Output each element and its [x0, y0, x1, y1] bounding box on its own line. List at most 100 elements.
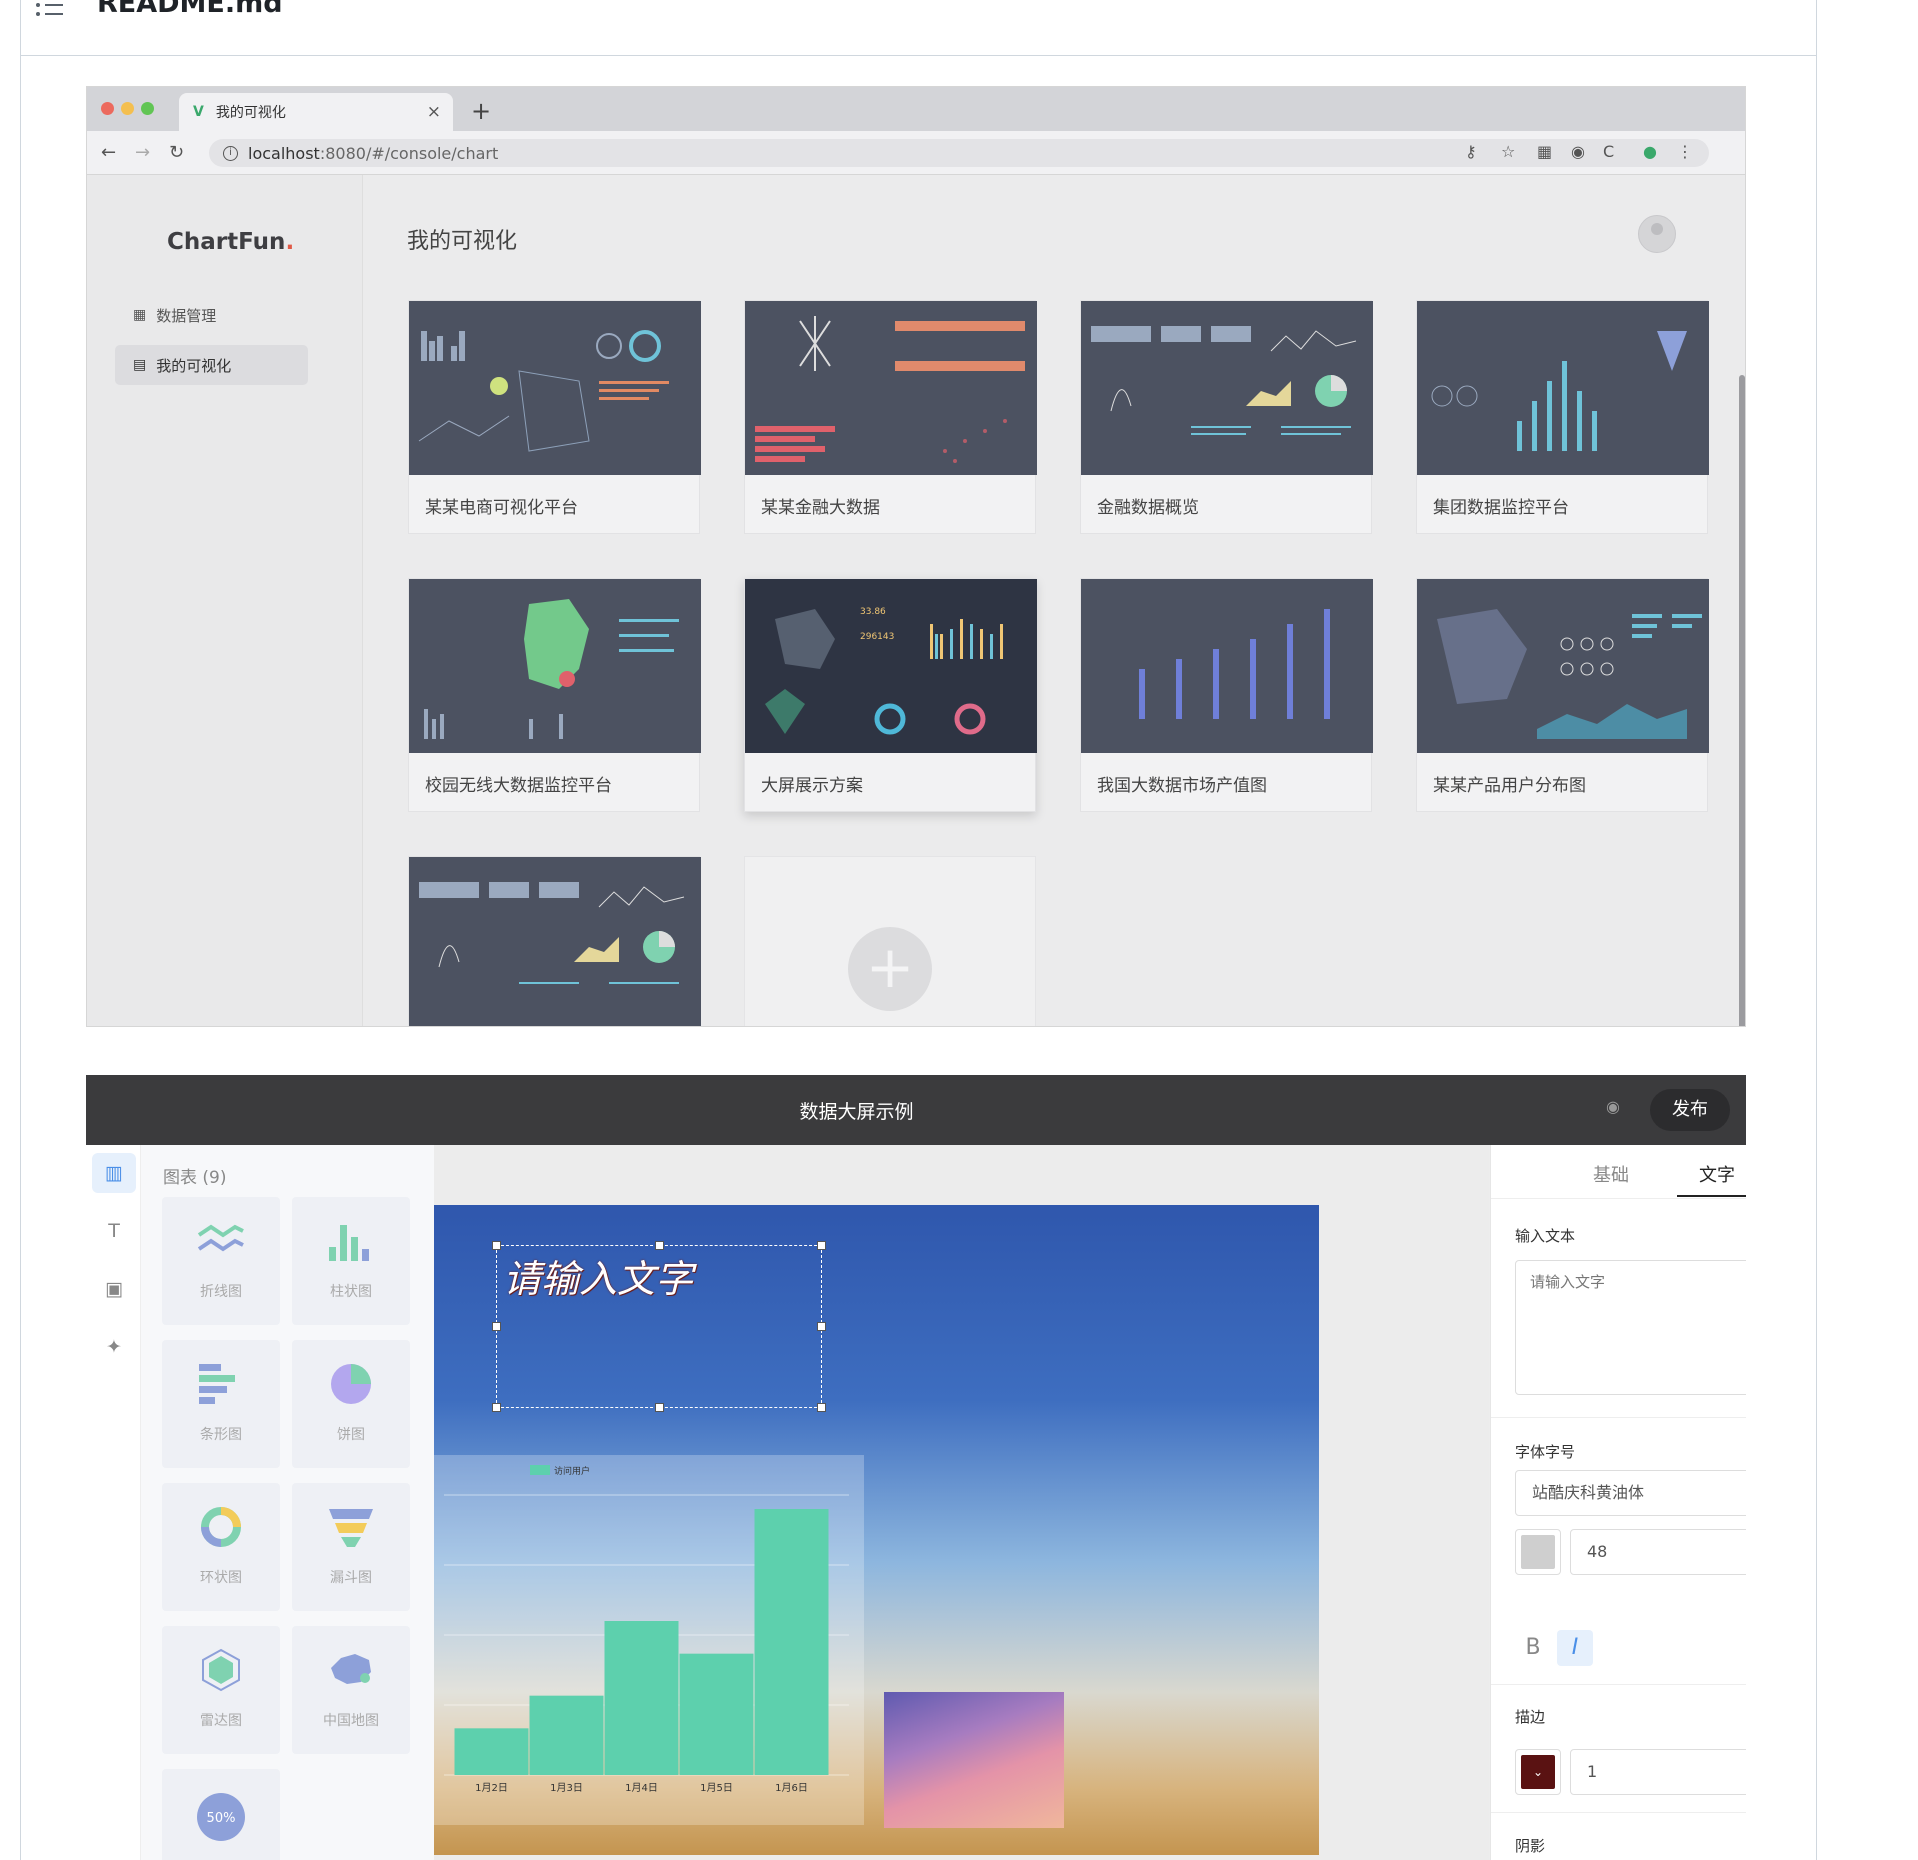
component-gauge[interactable]: 50% [162, 1769, 280, 1860]
resize-handle[interactable] [492, 1322, 501, 1331]
component-radar-chart[interactable]: 雷达图 [162, 1626, 280, 1754]
text-color-picker[interactable] [1515, 1529, 1561, 1575]
project-card[interactable]: 我国大数据市场产值图 [1080, 578, 1373, 812]
input-text-label: 输入文本 [1515, 1227, 1576, 1245]
close-tab-icon[interactable]: × [427, 102, 441, 122]
component-label: 柱状图 [330, 1284, 372, 1300]
readme-title: README.md [97, 0, 283, 19]
text-input[interactable]: 请输入文字 [1515, 1260, 1746, 1395]
x-tick-label: 1月6日 [775, 1782, 808, 1794]
reload-icon[interactable]: ↻ [169, 142, 184, 163]
funnel-chart-icon [329, 1509, 373, 1547]
dashboard-screenshot: V 我的可视化 × + ← → ↻ i localhost:8080/#/con… [86, 86, 1746, 1027]
sidebar-item-my-charts[interactable]: ▤ 我的可视化 [115, 345, 308, 385]
thumbnail [1081, 301, 1373, 475]
grid-icon: ▦ [133, 307, 147, 323]
thumbnail [745, 301, 1037, 475]
resize-handle[interactable] [492, 1241, 501, 1250]
component-donut-chart[interactable]: 环状图 [162, 1483, 280, 1611]
stroke-width-input[interactable]: 1 px [1570, 1749, 1746, 1795]
avatar[interactable] [1638, 215, 1676, 253]
page-title: 我的可视化 [407, 229, 518, 254]
image-widget[interactable] [884, 1692, 1064, 1828]
thumbnail [409, 579, 701, 753]
plugin-tool-icon[interactable]: ✦ [92, 1327, 136, 1367]
panel-title: 图表 (9) [163, 1168, 227, 1188]
qr-icon[interactable]: ▦ [1537, 142, 1552, 161]
resize-handle[interactable] [817, 1322, 826, 1331]
component-china-map[interactable]: 中国地图 [292, 1626, 410, 1754]
menu-dots-icon[interactable]: ⋮ [1677, 142, 1693, 161]
url-path: :8080/#/console/chart [319, 143, 499, 163]
address-bar[interactable]: i localhost:8080/#/console/chart [209, 139, 1709, 167]
component-label: 雷达图 [200, 1713, 242, 1729]
browser-tab[interactable]: V 我的可视化 × [179, 93, 453, 131]
bar [754, 1509, 829, 1775]
resize-handle[interactable] [492, 1403, 501, 1412]
close-window-dot[interactable] [101, 102, 114, 115]
project-card[interactable]: 某某金融大数据 [744, 300, 1037, 534]
line-chart-icon [197, 1224, 244, 1252]
italic-button[interactable]: I [1557, 1630, 1593, 1666]
resize-handle[interactable] [817, 1241, 826, 1250]
tab-text[interactable]: 文字 [1699, 1161, 1735, 1187]
text-color-swatch [1521, 1535, 1555, 1569]
maximize-window-dot[interactable] [141, 102, 154, 115]
extension-circle-icon[interactable]: ◉ [1571, 142, 1585, 161]
preview-eye-icon[interactable]: ◉ [1606, 1097, 1620, 1116]
add-project-card[interactable]: + [744, 856, 1036, 1026]
stroke-width-value: 1 [1587, 1762, 1598, 1781]
resize-handle[interactable] [655, 1241, 664, 1250]
star-icon[interactable]: ☆ [1501, 142, 1515, 161]
font-label: 字体字号 [1515, 1443, 1576, 1461]
key-icon[interactable]: ⚷ [1465, 142, 1477, 161]
forward-icon[interactable]: → [135, 142, 150, 163]
project-card[interactable]: 校园无线大数据监控平台 [408, 578, 701, 812]
component-bar-chart[interactable]: 柱状图 [292, 1197, 410, 1325]
profile-icon[interactable]: ● [1643, 142, 1657, 161]
project-card[interactable]: 金融数据概览 [1080, 300, 1373, 534]
editor-screenshot: 数据大屏示例 ◉ 发布 ▥ T ▣ ✦ 图表 (9) 折线图 柱状图 条形图 饼… [86, 1075, 1746, 1860]
tab-basic[interactable]: 基础 [1593, 1161, 1629, 1187]
bar-chart-icon [329, 1225, 369, 1261]
image-tool-icon[interactable]: ▣ [92, 1269, 136, 1309]
resize-handle[interactable] [817, 1403, 826, 1412]
bar [454, 1728, 529, 1775]
stroke-color-picker[interactable]: ⌄ [1515, 1749, 1561, 1795]
text-widget[interactable]: 请输入文字 [492, 1241, 826, 1412]
divider [1491, 1812, 1746, 1813]
component-horizontal-bar[interactable]: 条形图 [162, 1340, 280, 1468]
publish-button[interactable]: 发布 [1650, 1089, 1730, 1131]
back-icon[interactable]: ← [101, 142, 116, 163]
thumbnail [1081, 579, 1373, 753]
resize-handle[interactable] [655, 1403, 664, 1412]
new-tab-icon[interactable]: + [471, 97, 491, 125]
radar-chart-icon [202, 1648, 240, 1692]
list-icon[interactable] [35, 0, 65, 22]
component-line-chart[interactable]: 折线图 [162, 1197, 280, 1325]
chart-tool-icon[interactable]: ▥ [92, 1153, 136, 1193]
font-family-select[interactable]: 站酷庆科黄油体 ⌄ [1515, 1470, 1746, 1516]
china-map-icon [331, 1654, 371, 1684]
font-family-value: 站酷庆科黄油体 [1532, 1483, 1645, 1502]
bold-button[interactable]: B [1515, 1630, 1551, 1666]
bar-chart-widget[interactable]: 访问用户 1月2日 1月3日 1月4日 1月5日 1月6日 [434, 1455, 864, 1825]
project-card[interactable]: 33.86 296143 大屏展示方案 [744, 578, 1037, 812]
scrollbar[interactable] [1739, 375, 1745, 1026]
sidebar-item-data[interactable]: ▦ 数据管理 [115, 295, 308, 335]
font-size-input[interactable]: 48 px [1570, 1529, 1746, 1575]
info-icon[interactable]: i [223, 145, 238, 161]
project-card[interactable] [408, 856, 701, 1026]
x-tick-label: 1月3日 [550, 1782, 583, 1794]
plus-icon[interactable]: + [848, 927, 932, 1011]
project-card[interactable]: 某某电商可视化平台 [408, 300, 701, 534]
url-host: localhost [248, 143, 320, 163]
x-tick-label: 1月2日 [475, 1782, 508, 1794]
project-card[interactable]: 集团数据监控平台 [1416, 300, 1709, 534]
extension-c-icon[interactable]: C [1603, 142, 1614, 161]
project-card[interactable]: 某某产品用户分布图 [1416, 578, 1709, 812]
minimize-window-dot[interactable] [121, 102, 134, 115]
component-funnel-chart[interactable]: 漏斗图 [292, 1483, 410, 1611]
text-tool-icon[interactable]: T [92, 1211, 136, 1251]
component-pie-chart[interactable]: 饼图 [292, 1340, 410, 1468]
